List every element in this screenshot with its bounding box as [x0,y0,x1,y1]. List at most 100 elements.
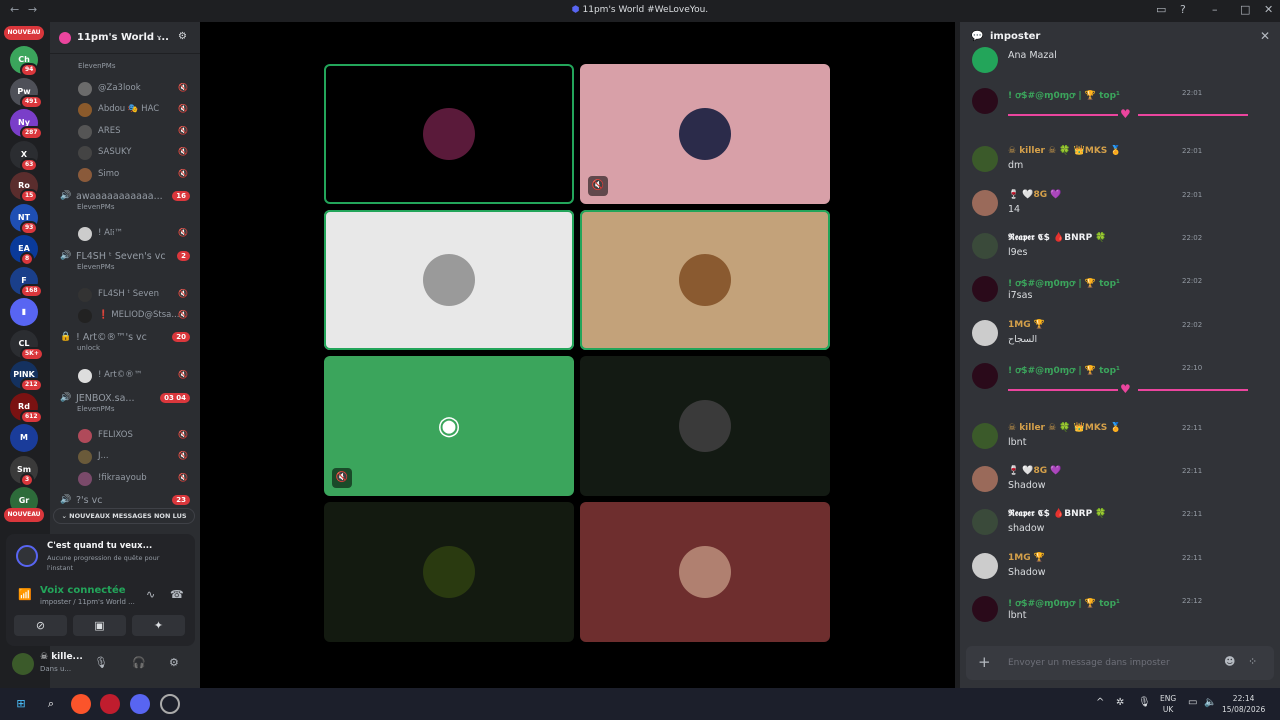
chat-message[interactable]: Ana Mazal [960,47,1280,87]
participant-tile[interactable] [580,210,830,350]
chevron-down-icon[interactable]: ⌄ [155,30,163,41]
participant-tile[interactable] [324,502,574,642]
chat-message[interactable]: ! ꝍ$#@ɱ0ɱꝍ | 🏆 top¹ 22:02 i7sas [960,276,1280,316]
brave-browser-icon[interactable] [71,694,91,714]
steam-icon[interactable] [160,694,180,714]
chat-message[interactable]: ! ꝍ$#@ɱ0ɱꝍ | 🏆 top¹ 22:10 ♥ [960,363,1280,403]
minimize-button[interactable]: – [1212,3,1218,16]
chat-message[interactable]: 𝕽𝖊𝖆𝖕𝖊𝖗 𝕮$ 🩸BNRP 🍀 22:11 shadow [960,509,1280,549]
quest-panel[interactable]: C'est quand tu veux... Aucune progressio… [6,534,195,578]
inbox-icon[interactable]: ▭ [1156,3,1166,16]
screen-share-button[interactable]: ▣ [73,615,126,636]
avatar[interactable] [972,88,998,114]
chat-message[interactable]: 🍷 🤍8G 💜 22:11 Shadow [960,466,1280,506]
network-icon[interactable]: ✲ [1116,697,1124,708]
add-attachment-icon[interactable]: + [978,653,991,671]
search-icon[interactable]: ⌕ [41,694,61,714]
voice-user[interactable]: J... 🔇 [78,450,196,465]
voice-channel[interactable]: 🔊 JENBOX.sa... ElevenPMs 03 04 [58,393,198,419]
activity-button[interactable]: ✦ [132,615,185,636]
message-author[interactable]: 𝕽𝖊𝖆𝖕𝖊𝖗 𝕮$ 🩸BNRP 🍀 [1008,233,1107,243]
message-author[interactable]: 1MG 🏆 [1008,553,1045,563]
server-icon[interactable]: M [10,424,38,452]
message-author[interactable]: 🍷 🤍8G 💜 [1008,190,1062,200]
avatar[interactable] [972,553,998,579]
participant-tile[interactable] [580,502,830,642]
avatar[interactable] [972,320,998,346]
message-author[interactable]: ! ꝍ$#@ɱ0ɱꝍ | 🏆 top¹ [1008,276,1120,289]
help-icon[interactable]: ? [1180,3,1186,16]
avatar[interactable] [972,466,998,492]
message-author[interactable]: 1MG 🏆 [1008,320,1045,330]
avatar[interactable] [972,363,998,389]
voice-user[interactable]: FL4SH ᵗ Seven 🔇 [78,288,196,303]
chat-message[interactable]: ! ꝍ$#@ɱ0ɱꝍ | 🏆 top¹ 22:01 ♥ [960,88,1280,128]
close-window-button[interactable]: ✕ [1264,3,1273,16]
chat-message[interactable]: 1MG 🏆 22:02 السجاح [960,320,1280,360]
display-icon[interactable]: ▭ [1188,697,1197,708]
close-icon[interactable]: ✕ [1260,29,1270,43]
new-messages-bar[interactable]: ⌄ NOUVEAUX MESSAGES NON LUS [53,508,195,524]
avatar[interactable] [972,423,998,449]
participant-tile[interactable]: ◉ 🔇 [324,356,574,496]
server-icon[interactable]: ▮ [10,298,38,326]
message-author[interactable]: 🍷 🤍8G 💜 [1008,466,1062,476]
voice-user[interactable]: !fikraayoub 🔇 [78,472,196,487]
avatar[interactable] [972,190,998,216]
voice-channel[interactable]: 🔒 ! Art©®™'s vc unlock 20 [58,332,198,358]
disconnect-icon[interactable]: ☎ [170,588,184,601]
avatar[interactable] [972,509,998,535]
start-icon[interactable]: ⊞ [11,694,31,714]
participant-tile[interactable] [580,356,830,496]
headset-icon[interactable]: 🎧 [132,656,146,669]
server-header[interactable]: 11pm's World ... ⌄ ⚙ [50,22,200,54]
camera-off-button[interactable]: ⊘ [14,615,67,636]
chat-message[interactable]: ☠ killer ☠ 🍀 👑MKS 🏅 22:01 dm [960,146,1280,186]
message-author[interactable]: ☠ killer ☠ 🍀 👑MKS 🏅 [1008,146,1122,156]
participant-tile[interactable] [324,210,574,350]
app-icon[interactable] [100,694,120,714]
new-indicator[interactable]: NOUVEAU [4,26,44,40]
chat-message[interactable]: ☠ killer ☠ 🍀 👑MKS 🏅 22:11 lbnt [960,423,1280,463]
chat-message[interactable]: 1MG 🏆 22:11 Shadow [960,553,1280,593]
participant-tile[interactable] [324,64,574,204]
clock[interactable]: 22:14 15/08/2026 [1222,693,1265,715]
message-author[interactable]: ! ꝍ$#@ɱ0ɱꝍ | 🏆 top¹ [1008,363,1120,376]
voice-channel-detail[interactable]: imposter / 11pm's World ... [40,598,135,606]
volume-icon[interactable]: 🔈 [1204,697,1216,708]
chat-message[interactable]: 𝕽𝖊𝖆𝖕𝖊𝖗 𝕮$ 🩸BNRP 🍀 22:02 l9es [960,233,1280,273]
emoji-icon[interactable]: ☻ [1224,655,1235,668]
signal-icon[interactable]: 📶 [18,588,32,601]
voice-user[interactable]: ! Art©®™ 🔇 [78,369,196,384]
new-indicator[interactable]: NOUVEAU [4,508,44,522]
voice-channel[interactable]: 🔊 awaaaaaaaaaaa... ElevenPMs 16 [58,191,198,217]
chat-message[interactable]: ! ꝍ$#@ɱ0ɱꝍ | 🏆 top¹ 22:12 lbnt [960,596,1280,636]
participant-tile[interactable]: 🔇 [580,64,830,204]
voice-user[interactable]: ARES 🔇 [78,125,196,140]
microphone-icon[interactable]: 🎙 [94,656,108,669]
microphone-tray-icon[interactable]: 🎙 [1138,697,1151,708]
settings-gear-icon[interactable]: ⚙ [169,656,179,669]
discord-icon[interactable] [130,694,150,714]
voice-user[interactable]: SASUKY 🔇 [78,146,196,161]
message-input[interactable] [1008,655,1208,671]
avatar[interactable] [972,47,998,73]
chat-message[interactable]: 🍷 🤍8G 💜 22:01 14 [960,190,1280,230]
avatar[interactable] [972,233,998,259]
voice-channel[interactable]: 🔊 FL4SH ᵗ Seven's vc ElevenPMs 2 [58,251,198,277]
maximize-button[interactable]: □ [1240,3,1250,16]
message-author[interactable]: ! ꝍ$#@ɱ0ɱꝍ | 🏆 top¹ [1008,88,1120,101]
message-author[interactable]: ☠ killer ☠ 🍀 👑MKS 🏅 [1008,423,1122,433]
language-indicator[interactable]: ENG UK [1160,693,1176,715]
noise-suppression-icon[interactable]: ∿ [146,588,155,601]
avatar[interactable] [972,276,998,302]
message-author[interactable]: ! ꝍ$#@ɱ0ɱꝍ | 🏆 top¹ [1008,596,1120,609]
voice-user[interactable]: Simo 🔇 [78,168,196,183]
apps-icon[interactable]: ⁘ [1248,655,1257,668]
invite-icon[interactable]: ⚙ [178,31,187,42]
voice-user[interactable]: @Za3look 🔇 [78,82,196,97]
tray-chevron-icon[interactable]: ^ [1096,697,1104,708]
avatar[interactable] [972,146,998,172]
avatar[interactable] [972,596,998,622]
voice-user[interactable]: ❗ MELIOD@Stsa... 🔇 [78,309,196,324]
